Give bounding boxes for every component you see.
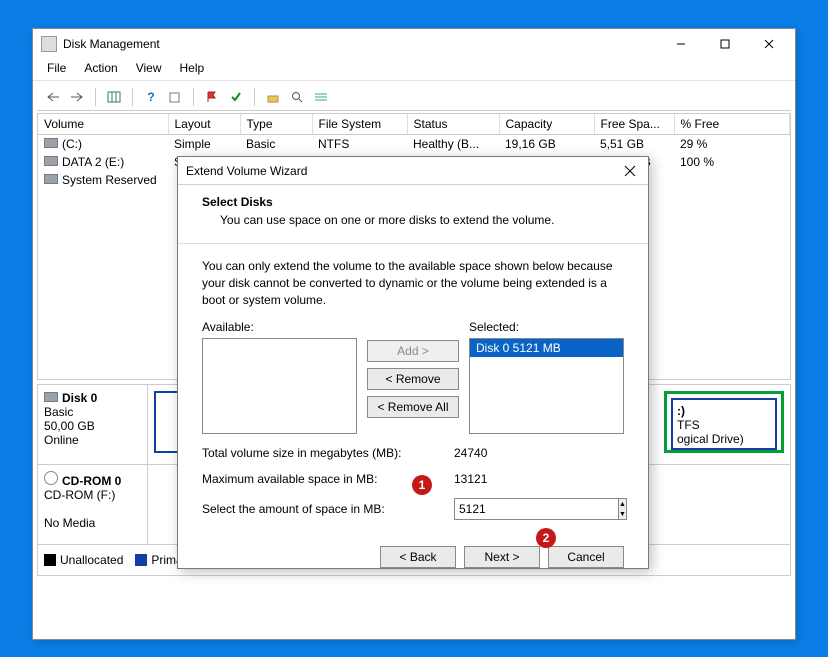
col-filesystem[interactable]: File System (312, 114, 407, 134)
volume-icon (44, 138, 58, 148)
amount-spinner: ▲ ▼ (454, 498, 624, 520)
annotation-marker-1: 1 (412, 475, 432, 495)
partition-extended[interactable]: :) TFS ogical Drive) (664, 391, 784, 453)
volume-icon (44, 174, 58, 184)
disk-header: Disk 0 Basic 50,00 GB Online (38, 385, 148, 464)
spinner-up-button[interactable]: ▲ (619, 499, 626, 509)
cdrom-icon (44, 471, 58, 485)
close-button[interactable] (747, 30, 791, 58)
menubar: File Action View Help (33, 59, 795, 81)
available-label: Available: (202, 320, 254, 334)
legend-unallocated-icon (44, 554, 56, 566)
menu-file[interactable]: File (39, 59, 74, 80)
back-icon[interactable] (43, 87, 63, 107)
col-free[interactable]: Free Spa... (594, 114, 674, 134)
selected-label: Selected: (469, 320, 519, 334)
app-icon (41, 36, 57, 52)
menu-help[interactable]: Help (172, 59, 213, 80)
search-icon[interactable] (287, 87, 307, 107)
forward-icon[interactable] (67, 87, 87, 107)
disk-icon (44, 392, 58, 402)
cancel-button[interactable]: Cancel (548, 546, 624, 568)
check-icon[interactable] (226, 87, 246, 107)
add-button[interactable]: Add > (367, 340, 459, 362)
col-type[interactable]: Type (240, 114, 312, 134)
titlebar: Disk Management (33, 29, 795, 59)
remove-button[interactable]: < Remove (367, 368, 459, 390)
flag-icon[interactable] (202, 87, 222, 107)
minimize-button[interactable] (659, 30, 703, 58)
next-button[interactable]: Next > (464, 546, 540, 568)
menu-action[interactable]: Action (76, 59, 125, 80)
dialog-title: Extend Volume Wizard (186, 164, 620, 178)
table-row[interactable]: (C:)SimpleBasicNTFSHealthy (B...19,16 GB… (38, 134, 790, 153)
help-icon[interactable]: ? (141, 87, 161, 107)
maximize-button[interactable] (703, 30, 747, 58)
total-size-value: 24740 (454, 446, 622, 460)
detail-icon[interactable] (165, 87, 185, 107)
dialog-titlebar: Extend Volume Wizard (178, 157, 648, 185)
dialog-close-button[interactable] (620, 161, 640, 181)
amount-input[interactable] (454, 498, 619, 520)
col-volume[interactable]: Volume (38, 114, 168, 134)
col-status[interactable]: Status (407, 114, 499, 134)
columns-icon[interactable] (104, 87, 124, 107)
toolbar: ? (37, 83, 791, 111)
window-title: Disk Management (63, 37, 659, 51)
legend-primary-icon (135, 554, 147, 566)
annotation-marker-2: 2 (536, 528, 556, 548)
select-space-label: Select the amount of space in MB: (202, 502, 454, 516)
available-listbox[interactable] (202, 338, 357, 434)
cdrom-header: CD-ROM 0 CD-ROM (F:) No Media (38, 465, 148, 544)
dialog-description: You can only extend the volume to the av… (202, 258, 624, 308)
dialog-heading: Select Disks (202, 195, 273, 209)
volume-icon (44, 156, 58, 166)
selected-item[interactable]: Disk 0 5121 MB (470, 339, 623, 357)
remove-all-button[interactable]: < Remove All (367, 396, 459, 418)
total-size-label: Total volume size in megabytes (MB): (202, 446, 454, 460)
list-icon[interactable] (311, 87, 331, 107)
col-capacity[interactable]: Capacity (499, 114, 594, 134)
dialog-subheading: You can use space on one or more disks t… (220, 213, 554, 227)
selected-listbox[interactable]: Disk 0 5121 MB (469, 338, 624, 434)
col-layout[interactable]: Layout (168, 114, 240, 134)
col-pctfree[interactable]: % Free (674, 114, 790, 134)
menu-view[interactable]: View (128, 59, 170, 80)
dialog-header: Select Disks You can use space on one or… (178, 185, 648, 244)
spinner-down-button[interactable]: ▼ (619, 509, 626, 519)
max-space-value: 13121 (454, 472, 622, 486)
back-button[interactable]: < Back (380, 546, 456, 568)
extend-volume-dialog: Extend Volume Wizard Select Disks You ca… (177, 156, 649, 569)
drive-icon[interactable] (263, 87, 283, 107)
